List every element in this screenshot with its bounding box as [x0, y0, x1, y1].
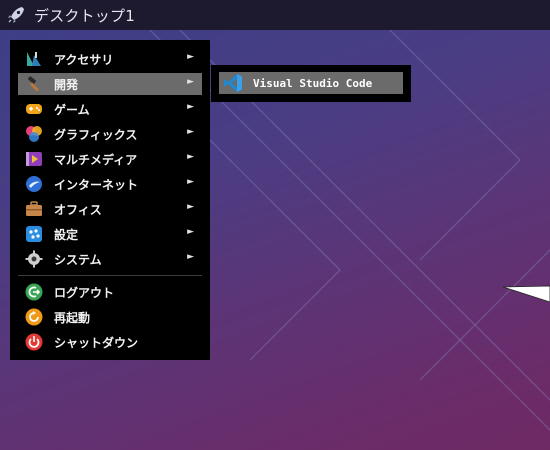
- submenu-arrow-icon: ►: [187, 152, 194, 162]
- menu-item-logout[interactable]: ログアウト: [18, 281, 202, 303]
- submenu-arrow-icon: ►: [187, 252, 194, 262]
- submenu-arrow-icon: ►: [187, 227, 194, 237]
- menu-item-label: アクセサリ: [54, 52, 114, 67]
- submenu-arrow-icon: ►: [187, 127, 194, 137]
- submenu-arrow-icon: ►: [187, 102, 194, 112]
- menu-separator: [18, 275, 202, 276]
- menu-item-accessories[interactable]: アクセサリ ►: [18, 48, 202, 70]
- submenu-arrow-icon: ►: [187, 77, 194, 87]
- menu-item-label: システム: [54, 252, 102, 267]
- taskbar: デスクトップ1: [0, 0, 550, 30]
- menu-item-label: シャットダウン: [54, 335, 139, 350]
- menu-item-label: インターネット: [54, 177, 139, 192]
- menu-item-label: グラフィックス: [54, 127, 138, 142]
- briefcase-icon: [24, 199, 44, 219]
- menu-item-label: 開発: [54, 77, 79, 92]
- gamepad-icon: [24, 99, 44, 119]
- menu-item-development[interactable]: 開発 ►: [18, 73, 202, 95]
- settings-icon: [24, 224, 44, 244]
- menu-item-label: 設定: [54, 227, 79, 242]
- menu-item-label: ゲーム: [54, 102, 90, 117]
- logout-icon: [24, 282, 44, 302]
- menu-item-label: マルチメディア: [54, 152, 138, 167]
- multimedia-icon: [24, 149, 44, 169]
- submenu-item-vscode[interactable]: Visual Studio Code: [219, 72, 403, 94]
- menu-item-internet[interactable]: インターネット ►: [18, 173, 202, 195]
- menu-item-office[interactable]: オフィス ►: [18, 198, 202, 220]
- menu-item-shutdown[interactable]: シャットダウン: [18, 331, 202, 353]
- menu-item-label: 再起動: [54, 310, 91, 325]
- menu-item-label: オフィス: [54, 202, 102, 217]
- menu-item-system[interactable]: システム ►: [18, 248, 202, 270]
- accessories-icon: [24, 49, 44, 69]
- menu-item-label: ログアウト: [54, 285, 115, 300]
- graphics-icon: [24, 124, 44, 144]
- gear-icon: [24, 249, 44, 269]
- menu-item-graphics[interactable]: グラフィックス ►: [18, 123, 202, 145]
- menu-item-restart[interactable]: 再起動: [18, 306, 202, 328]
- development-submenu: Visual Studio Code: [211, 65, 411, 102]
- submenu-item-label: Visual Studio Code: [253, 76, 373, 90]
- power-icon: [24, 332, 44, 352]
- menu-item-games[interactable]: ゲーム ►: [18, 98, 202, 120]
- submenu-arrow-icon: ►: [187, 202, 194, 212]
- submenu-arrow-icon: ►: [187, 52, 194, 62]
- submenu-arrow-icon: ►: [187, 177, 194, 187]
- rocket-icon[interactable]: [6, 5, 26, 25]
- desktop-title[interactable]: デスクトップ1: [34, 5, 135, 26]
- mouse-cursor-icon: [503, 285, 550, 303]
- menu-item-settings[interactable]: 設定 ►: [18, 223, 202, 245]
- application-menu: アクセサリ ► 開発 ► ゲーム ► グラフィックス ► マルチメディア ► イ…: [10, 40, 210, 360]
- restart-icon: [24, 307, 44, 327]
- menu-item-multimedia[interactable]: マルチメディア ►: [18, 148, 202, 170]
- hammer-icon: [24, 74, 44, 94]
- vscode-icon: [223, 73, 243, 93]
- internet-icon: [24, 174, 44, 194]
